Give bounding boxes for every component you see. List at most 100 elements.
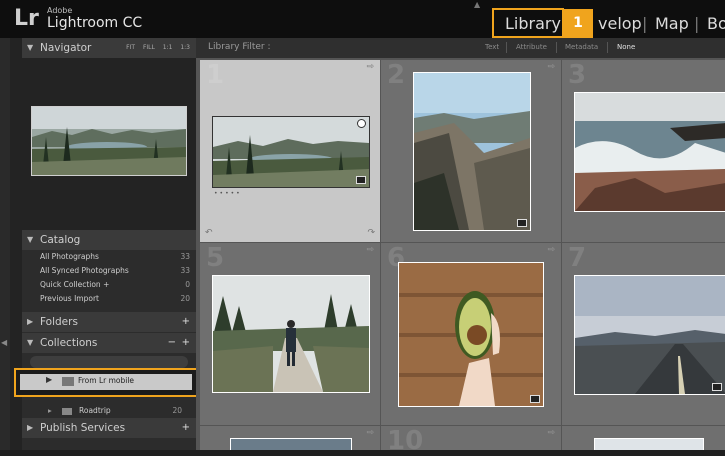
collapsed-triangle-icon: ▶	[27, 317, 34, 326]
photo-thumbnail[interactable]	[230, 438, 352, 450]
navigator-header[interactable]: ▼ Navigator FIT FILL 1:1 1:3	[22, 38, 196, 58]
catalog-item-count: 20	[180, 294, 190, 303]
navigator-title: Navigator	[40, 42, 92, 54]
module-map[interactable]: Map	[655, 14, 689, 33]
filter-divider	[607, 42, 608, 53]
add-publish-service-icon[interactable]: +	[182, 418, 190, 438]
catalog-item-label: Previous Import	[40, 294, 99, 303]
module-separator: |	[694, 14, 700, 33]
flag-icon[interactable]: ⇨	[366, 428, 374, 438]
collection-item-label: Roadtrip	[79, 406, 111, 415]
zoom-1-3[interactable]: 1:3	[180, 44, 190, 51]
grid-cell[interactable]: ⇨	[200, 426, 380, 450]
cell-number: 5	[206, 243, 225, 273]
top-bar: Lr Adobe Lightroom CC ▲ Library velop | …	[0, 0, 725, 38]
from-lr-mobile-callout-box	[14, 368, 207, 397]
filter-divider	[556, 42, 557, 53]
catalog-item-label: Quick Collection +	[40, 280, 110, 289]
folders-header[interactable]: ▶ Folders +	[22, 312, 196, 332]
flag-icon[interactable]: ⇨	[547, 428, 555, 438]
photo-thumbnail[interactable]	[574, 275, 725, 395]
sync-badge-icon	[712, 383, 722, 391]
cell-number: 1	[206, 60, 225, 90]
collapse-top-panel-icon[interactable]: ▲	[474, 0, 480, 9]
grid-cell[interactable]: 5 ⇨	[200, 243, 380, 425]
rating-dots[interactable]: •••••	[214, 190, 242, 197]
photo-thumbnail[interactable]	[413, 72, 531, 231]
catalog-item-quick-collection[interactable]: Quick Collection + 0	[40, 278, 190, 292]
library-filter-bar: Library Filter : Text Attribute Metadata…	[196, 38, 725, 58]
photo-thumbnail[interactable]	[212, 275, 370, 393]
add-collection-icon[interactable]: +	[182, 333, 190, 353]
filter-none[interactable]: None	[617, 43, 635, 51]
lightroom-logo: Lr	[14, 6, 39, 31]
expand-triangle-icon: ▼	[27, 338, 34, 347]
collapse-left-panel-icon[interactable]: ◀	[1, 338, 7, 347]
cell-number: 2	[387, 60, 406, 90]
catalog-item-all-photographs[interactable]: All Photographs 33	[40, 250, 190, 264]
filter-text[interactable]: Text	[485, 43, 499, 51]
flag-icon[interactable]: ⇨	[547, 62, 555, 72]
publish-services-header[interactable]: ▶ Publish Services +	[22, 418, 196, 438]
navigator-preview-image[interactable]	[31, 106, 187, 176]
grid-cell-selected[interactable]: 1 ••••• ↶ ↷ ⇨	[200, 60, 380, 242]
filter-divider	[506, 42, 507, 53]
collapsed-triangle-icon: ▶	[27, 423, 34, 432]
catalog-item-previous-import[interactable]: Previous Import 20	[40, 292, 190, 306]
flag-icon[interactable]: ⇨	[547, 245, 555, 255]
cell-number: 7	[568, 243, 587, 273]
catalog-header[interactable]: ▼ Catalog	[22, 230, 196, 250]
zoom-fit[interactable]: FIT	[126, 44, 135, 51]
zoom-1-1[interactable]: 1:1	[163, 44, 173, 51]
collections-title: Collections	[40, 337, 98, 349]
grid-cell[interactable]: 7	[562, 243, 725, 425]
product-name: Lightroom CC	[47, 15, 143, 31]
grid-cell[interactable]: 3	[562, 60, 725, 242]
grid-cell[interactable]	[562, 426, 725, 450]
sync-badge-icon	[530, 395, 540, 403]
rotate-left-icon[interactable]: ↶	[205, 228, 213, 238]
photo-thumbnail[interactable]	[594, 438, 704, 450]
left-edge: ◀	[0, 38, 10, 450]
catalog-item-all-synced[interactable]: All Synced Photographs 33	[40, 264, 190, 278]
catalog-item-count: 0	[185, 280, 190, 289]
photo-thumbnail[interactable]	[574, 92, 725, 212]
library-filter-label: Library Filter :	[208, 42, 271, 52]
module-separator: |	[642, 14, 648, 33]
collections-search-field[interactable]	[30, 356, 188, 368]
module-develop[interactable]: velop	[598, 14, 642, 33]
publish-services-title: Publish Services	[40, 422, 126, 434]
flag-icon[interactable]: ⇨	[366, 62, 374, 72]
remove-collection-icon[interactable]: −	[168, 333, 176, 353]
grid-cell[interactable]: 10 ⇨	[381, 426, 561, 456]
catalog-title: Catalog	[40, 234, 81, 246]
add-folder-icon[interactable]: +	[182, 312, 190, 332]
catalog-item-count: 33	[180, 252, 190, 261]
selection-circle-icon[interactable]	[357, 119, 366, 128]
catalog-item-label: All Photographs	[40, 252, 99, 261]
photo-thumbnail[interactable]	[398, 262, 544, 407]
cell-number: 3	[568, 60, 587, 90]
module-book[interactable]: Bo	[707, 14, 725, 33]
folders-title: Folders	[40, 316, 78, 328]
collections-header[interactable]: ▼ Collections − +	[22, 333, 196, 353]
sync-badge-icon	[356, 176, 366, 184]
brand-small: Adobe	[47, 6, 73, 15]
library-callout-box	[492, 8, 564, 38]
catalog-list: All Photographs 33 All Synced Photograph…	[40, 250, 190, 306]
collection-icon	[62, 408, 72, 415]
cell-number: 10	[387, 426, 424, 456]
rotate-right-icon[interactable]: ↷	[367, 228, 375, 238]
photo-thumbnail[interactable]	[212, 116, 370, 188]
grid-cell[interactable]: 2 ⇨	[381, 60, 561, 242]
collection-item-roadtrip[interactable]: ▸ Roadtrip 20	[22, 404, 196, 418]
filter-metadata[interactable]: Metadata	[565, 43, 598, 51]
catalog-item-count: 33	[180, 266, 190, 275]
grid-cell[interactable]: 6 ⇨	[381, 243, 561, 425]
zoom-fill[interactable]: FILL	[143, 44, 155, 51]
filter-attribute[interactable]: Attribute	[516, 43, 547, 51]
catalog-item-label: All Synced Photographs	[40, 266, 129, 275]
flag-icon[interactable]: ⇨	[366, 245, 374, 255]
sync-badge-icon	[517, 219, 527, 227]
navigator-zoom-options: FIT FILL 1:1 1:3	[120, 38, 190, 58]
